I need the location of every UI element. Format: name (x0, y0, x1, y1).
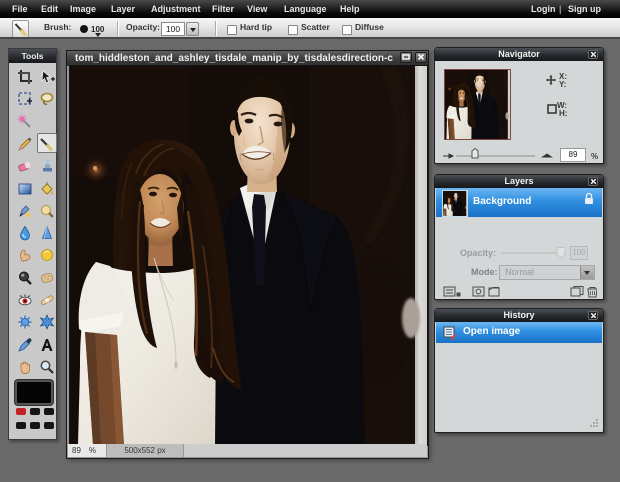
svg-text:100: 100 (91, 25, 105, 34)
